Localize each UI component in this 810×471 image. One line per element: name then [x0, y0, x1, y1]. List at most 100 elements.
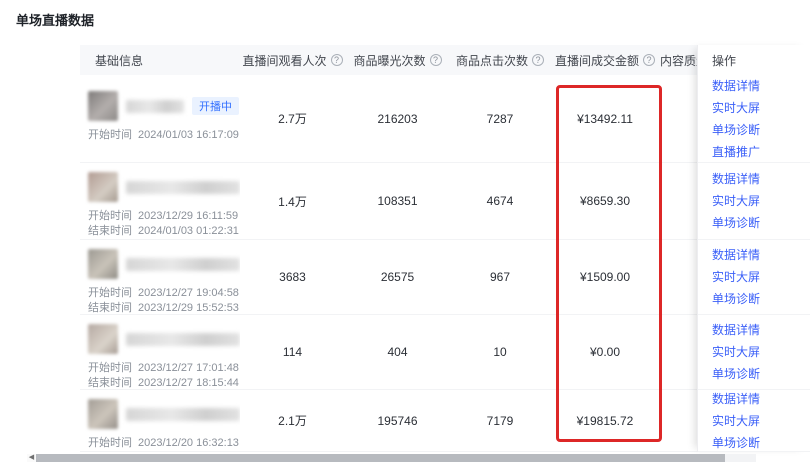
info-icon[interactable] [532, 54, 544, 66]
time-label: 开始时间 [88, 210, 132, 222]
action-link-data-details[interactable]: 数据详情 [712, 168, 810, 190]
fixed-actions-column: 操作 数据详情 实时大屏 单场诊断 直播推广 数据详情 实时大屏 单场诊断 数据… [697, 45, 810, 452]
blurred-stream-title [126, 333, 240, 346]
stream-thumbnail [88, 172, 118, 202]
exposures-cell: 108351 [345, 163, 450, 239]
gmv-cell: ¥1509.00 [550, 240, 660, 314]
views-cell: 2.7万 [240, 75, 345, 162]
time-label: 开始时间 [88, 287, 132, 299]
exposures-cell: 216203 [345, 75, 450, 162]
col-header-label: 直播间观看人次 [242, 52, 326, 69]
views-cell: 114 [240, 315, 345, 389]
stream-times: 开始时间2023/12/20 16:32:13 结束时间2023/12/26 2… [88, 436, 240, 451]
col-header-label: 直播间成交金额 [555, 52, 639, 69]
col-header-basic-info: 基础信息 [80, 52, 240, 69]
time-value: 2023/12/27 17:01:48 [138, 362, 239, 374]
action-link-realtime-screen[interactable]: 实时大屏 [712, 97, 810, 119]
col-header-label: 操作 [712, 52, 736, 69]
row-actions: 数据详情 实时大屏 单场诊断 [698, 390, 810, 452]
stream-times: 开始时间 2023/12/29 16:11:59 结束时间 2024/01/03 0… [88, 209, 240, 239]
action-link-realtime-screen[interactable]: 实时大屏 [712, 266, 810, 288]
page-title: 单场直播数据 [16, 10, 94, 29]
time-value: 2023/12/29 15:52:53 [138, 302, 239, 314]
col-header-label: 商品点击次数 [456, 52, 528, 69]
action-link-data-details[interactable]: 数据详情 [712, 319, 810, 341]
row-actions: 数据详情 实时大屏 单场诊断 [698, 240, 810, 315]
blurred-stream-title [126, 100, 184, 113]
col-header-views: 直播间观看人次 [240, 52, 345, 69]
basic-info-cell: 开始时间 2023/12/27 19:04:58 结束时间 2023/12/29 1… [80, 240, 240, 314]
stream-times: 开始时间 2023/12/27 17:01:48 结束时间 2023/12/27 1… [88, 361, 240, 389]
col-header-label: 商品曝光次数 [353, 52, 425, 69]
basic-info-cell: 开始时间2023/12/20 16:32:13 结束时间2023/12/26 2… [80, 390, 240, 451]
stream-thumbnail [88, 324, 118, 354]
action-link-data-details[interactable]: 数据详情 [712, 75, 810, 97]
row-actions: 数据详情 实时大屏 单场诊断 直播推广 [698, 75, 810, 163]
time-label: 结束时间 [88, 377, 132, 389]
stream-thumbnail [88, 249, 118, 279]
clicks-cell: 967 [450, 240, 550, 314]
action-link-session-diagnosis[interactable]: 单场诊断 [712, 288, 810, 310]
horizontal-scrollbar: ◀ [27, 454, 756, 462]
exposures-cell: 26575 [345, 240, 450, 314]
action-link-realtime-screen[interactable]: 实时大屏 [712, 190, 810, 212]
time-label: 结束时间 [88, 225, 132, 237]
views-cell: 2.1万 [240, 390, 345, 451]
blurred-stream-title [126, 181, 240, 194]
time-label: 开始时间 [88, 437, 132, 449]
stream-thumbnail [88, 91, 118, 121]
time-label: 开始时间 [88, 129, 132, 141]
blurred-stream-title [126, 408, 240, 421]
basic-info-cell: 开始时间 2023/12/29 16:11:59 结束时间 2024/01/03 0… [80, 163, 240, 239]
info-icon[interactable] [643, 54, 655, 66]
gmv-cell: ¥13492.11 [550, 75, 660, 162]
gmv-cell: ¥19815.72 [550, 390, 660, 451]
col-header-exposures: 商品曝光次数 [345, 52, 450, 69]
time-value: 2023/12/20 16:32:13 [138, 437, 239, 449]
time-value: 2023/12/27 19:04:58 [138, 287, 239, 299]
time-value: 2024/01/03 16:17:09 [138, 129, 239, 141]
time-value: 2023/12/27 18:15:44 [138, 377, 239, 389]
col-header-gmv: 直播间成交金额 [550, 52, 660, 69]
time-value: 2024/01/03 01:22:31 [138, 225, 239, 237]
col-header-clicks: 商品点击次数 [450, 52, 550, 69]
basic-info-cell: 开始时间 2023/12/27 17:01:48 结束时间 2023/12/27 1… [80, 315, 240, 389]
action-link-session-diagnosis[interactable]: 单场诊断 [712, 432, 810, 453]
scrollbar-thumb[interactable] [36, 454, 725, 462]
exposures-cell: 195746 [345, 390, 450, 451]
info-icon[interactable] [331, 54, 343, 66]
gmv-cell: ¥0.00 [550, 315, 660, 389]
col-header-label: 基础信息 [95, 52, 143, 69]
action-link-live-promotion[interactable]: 直播推广 [712, 141, 810, 163]
stream-thumbnail [88, 399, 118, 429]
exposures-cell: 404 [345, 315, 450, 389]
gmv-cell: ¥8659.30 [550, 163, 660, 239]
action-link-realtime-screen[interactable]: 实时大屏 [712, 341, 810, 363]
action-link-data-details[interactable]: 数据详情 [712, 244, 810, 266]
views-cell: 1.4万 [240, 163, 345, 239]
info-icon[interactable] [430, 54, 442, 66]
action-link-data-details[interactable]: 数据详情 [712, 390, 810, 410]
basic-info-cell: 开播中 开始时间 2024/01/03 16:17:09 [80, 75, 240, 162]
action-link-session-diagnosis[interactable]: 单场诊断 [712, 212, 810, 234]
clicks-cell: 4674 [450, 163, 550, 239]
blurred-stream-title [126, 258, 240, 271]
clicks-cell: 7179 [450, 390, 550, 451]
row-actions: 数据详情 实时大屏 单场诊断 [698, 315, 810, 390]
action-link-session-diagnosis[interactable]: 单场诊断 [712, 363, 810, 385]
stream-times: 开始时间 2023/12/27 19:04:58 结束时间 2023/12/29 1… [88, 286, 240, 314]
scroll-left-arrow-icon[interactable]: ◀ [27, 454, 36, 462]
clicks-cell: 10 [450, 315, 550, 389]
col-header-actions: 操作 [698, 45, 810, 75]
time-value: 2023/12/29 16:11:59 [138, 210, 238, 222]
stream-times: 开始时间 2024/01/03 16:17:09 [88, 128, 240, 143]
status-badge: 开播中 [192, 97, 239, 115]
live-data-table: 基础信息 直播间观看人次 商品曝光次数 商品点击次数 直播间成交金额 内容质量 … [80, 45, 810, 452]
views-cell: 3683 [240, 240, 345, 314]
action-link-session-diagnosis[interactable]: 单场诊断 [712, 119, 810, 141]
time-label: 开始时间 [88, 362, 132, 374]
time-label: 结束时间 [88, 302, 132, 314]
action-link-realtime-screen[interactable]: 实时大屏 [712, 410, 810, 432]
clicks-cell: 7287 [450, 75, 550, 162]
row-actions: 数据详情 实时大屏 单场诊断 [698, 163, 810, 240]
